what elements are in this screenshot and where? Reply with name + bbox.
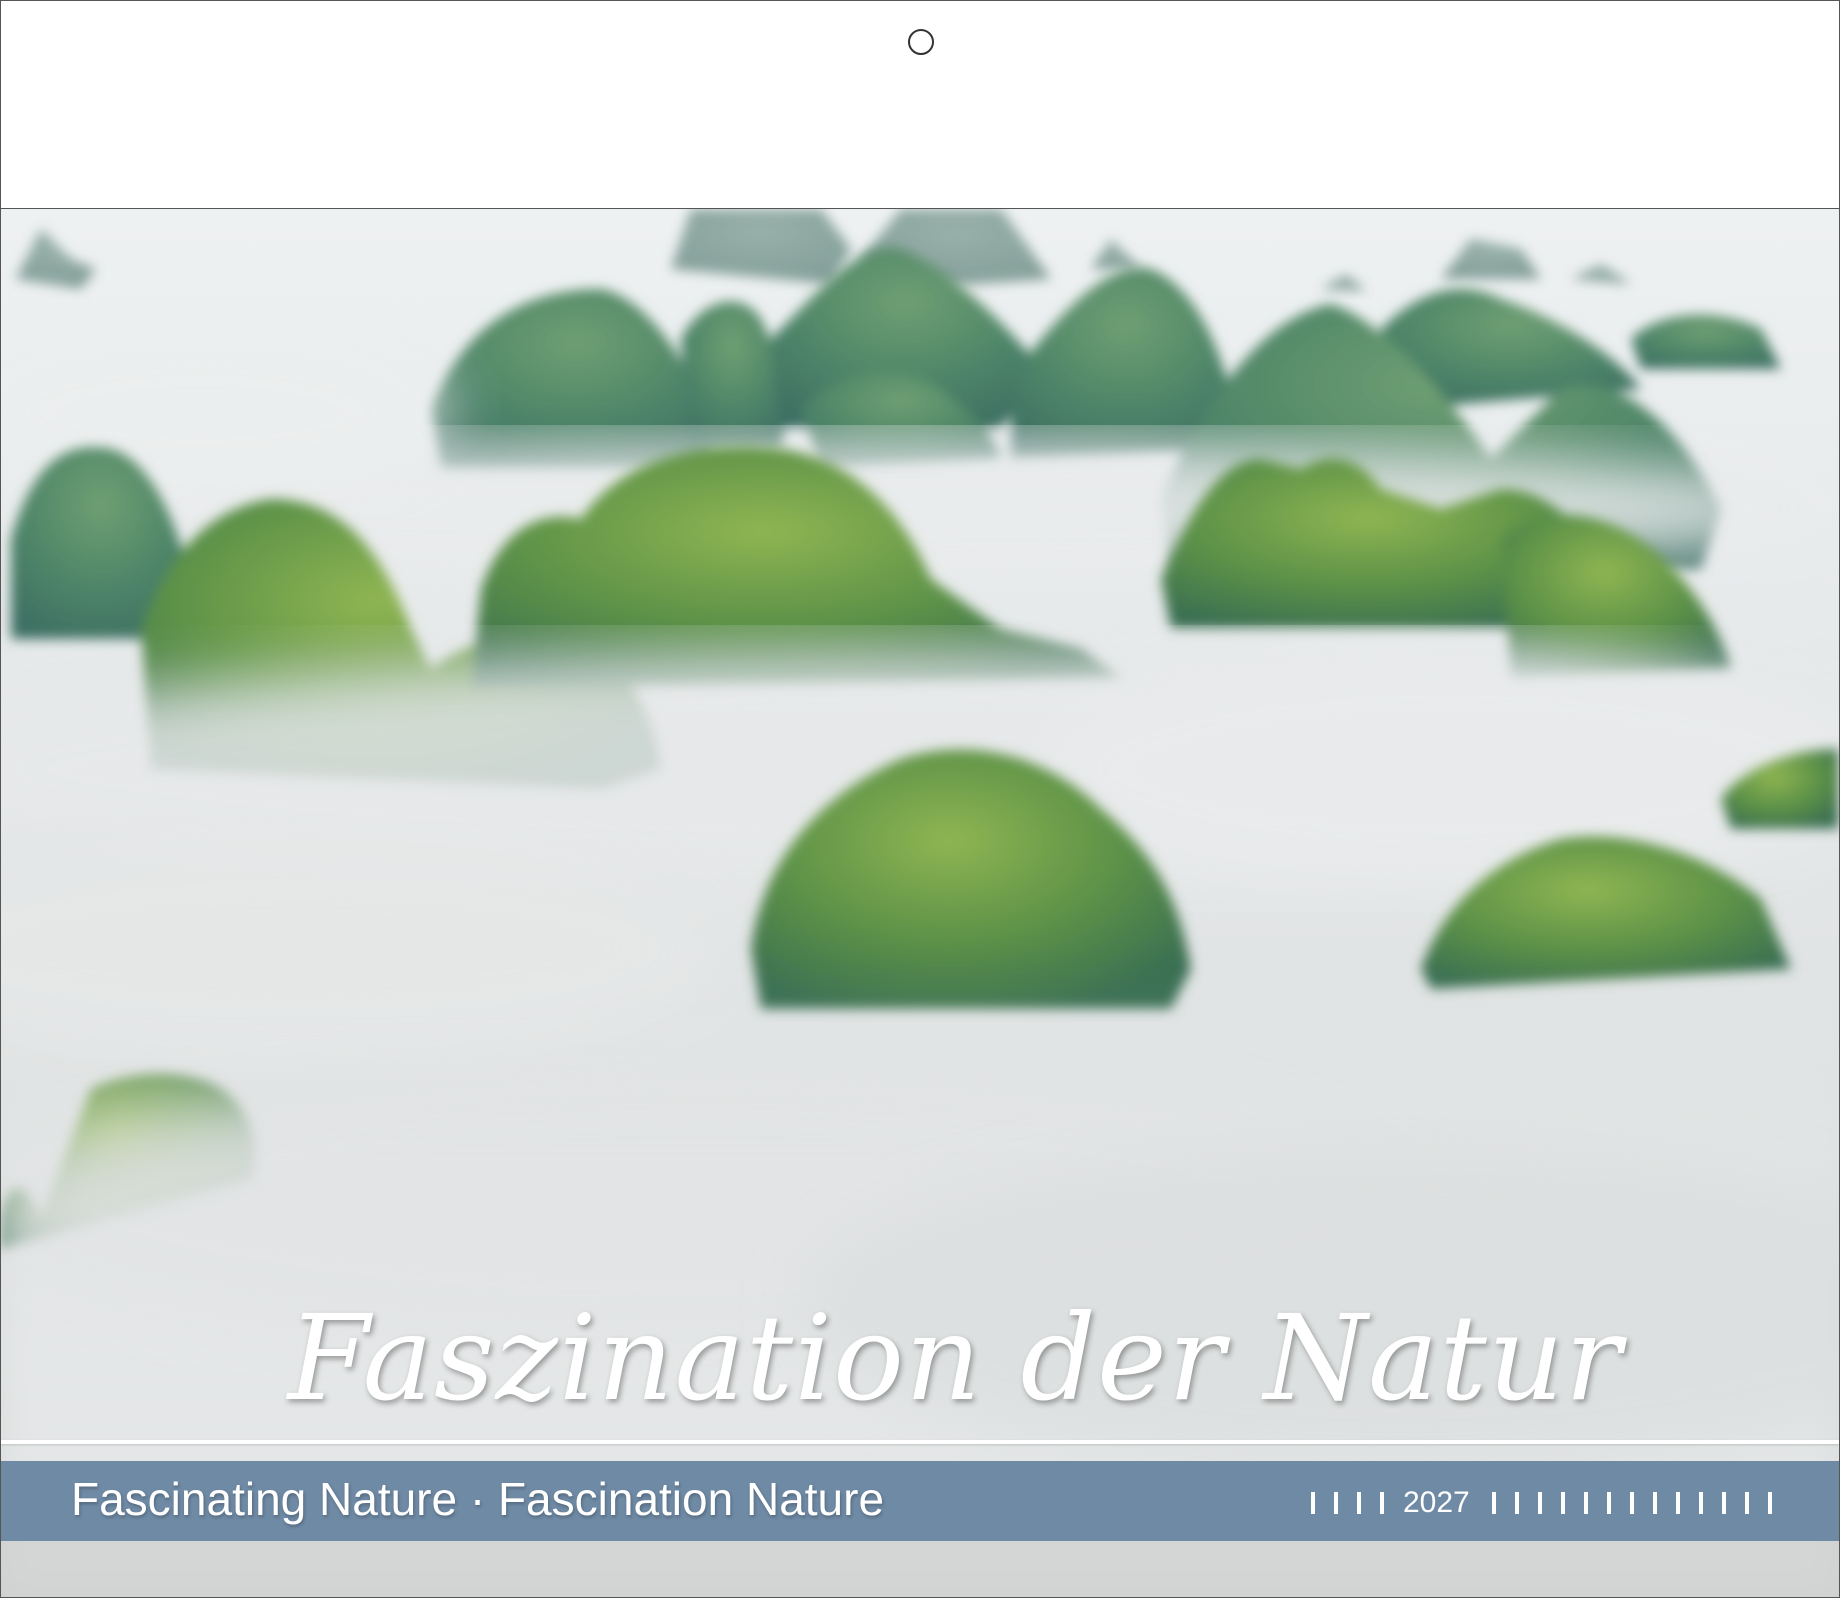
tick-mark: [1583, 1492, 1588, 1514]
tick-mark: [1606, 1492, 1611, 1514]
tick-mark: [1311, 1492, 1315, 1514]
tick-mark: [1675, 1492, 1680, 1514]
tick-mark: [1380, 1492, 1384, 1514]
hanger-strip: [1, 1, 1839, 209]
year-strip: 2027: [1311, 1479, 1791, 1527]
script-title: Faszination der Natur: [287, 1289, 1623, 1427]
tick-mark: [1357, 1492, 1361, 1514]
tick-mark: [1767, 1492, 1772, 1514]
calendar-cover: Faszination der Natur Fascinating Nature…: [0, 0, 1840, 1598]
subtitle-text: Fascinating Nature · Fascination Nature: [71, 1473, 885, 1525]
hanger-hole: [908, 29, 934, 55]
tick-mark: [1491, 1492, 1496, 1514]
tick-mark: [1629, 1492, 1634, 1514]
tick-mark: [1514, 1492, 1519, 1514]
tick-mark: [1744, 1492, 1749, 1514]
tick-mark: [1698, 1492, 1703, 1514]
tick-mark: [1721, 1492, 1726, 1514]
tick-mark: [1334, 1492, 1338, 1514]
year-label: 2027: [1403, 1486, 1470, 1519]
title-rule: [1, 1440, 1839, 1444]
tick-mark: [1560, 1492, 1565, 1514]
tick-mark: [1652, 1492, 1657, 1514]
tick-mark: [1537, 1492, 1542, 1514]
